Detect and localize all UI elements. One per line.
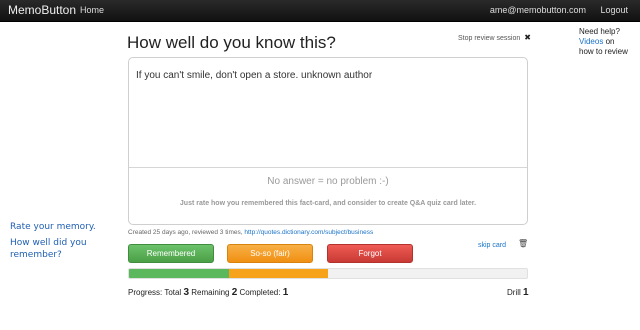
user-email-link[interactable]: ame@memobutton.com — [490, 5, 586, 15]
navbar: MemoButton Home ame@memobutton.com Logou… — [0, 0, 640, 22]
rate-memory-note: Rate your memory. How well did you remem… — [10, 221, 120, 265]
trash-icon[interactable]: 🗑 — [518, 239, 528, 248]
rate-note-title: Rate your memory. — [10, 222, 96, 232]
completed-count: 1 — [282, 287, 289, 298]
help-on-text: on — [605, 37, 615, 46]
completed-label: Completed: — [239, 288, 281, 297]
brand-logo[interactable]: MemoButton — [8, 3, 76, 17]
card-divider — [129, 167, 527, 168]
help-title: Need help? — [579, 27, 620, 36]
remembered-button[interactable]: Remembered — [128, 244, 214, 263]
progress-label: Progress: — [128, 288, 163, 297]
progress-soso-segment — [228, 269, 328, 278]
total-label: Total — [164, 288, 182, 297]
skip-card-link[interactable]: skip card — [478, 242, 506, 249]
stop-review-label: Stop review session — [458, 35, 521, 42]
source-link[interactable]: http://quotes.dictionary.com/subject/bus… — [244, 229, 373, 236]
forgot-button[interactable]: Forgot — [327, 244, 413, 263]
so-so-button[interactable]: So-so (fair) — [227, 244, 313, 263]
progress-status: Progress: Total 3 Remaining 2 Completed:… — [128, 287, 288, 298]
drill-count: 1 — [523, 287, 529, 298]
nav-home-link[interactable]: Home — [80, 5, 104, 15]
card-meta: Created 25 days ago, reviewed 3 times, h… — [128, 229, 373, 236]
logout-link[interactable]: Logout — [600, 5, 628, 15]
videos-link[interactable]: Videos — [579, 37, 603, 46]
progress-bar — [128, 268, 528, 279]
card-meta-text: Created 25 days ago, reviewed 3 times, — [128, 229, 243, 236]
stop-review-button[interactable]: Stop review session ✖ — [458, 33, 531, 42]
help-box: Need help? Videos on how to review — [579, 27, 639, 57]
progress-remembered-segment — [129, 269, 229, 278]
no-answer-text: No answer = no problem :-) — [267, 176, 389, 187]
total-count: 3 — [183, 287, 190, 298]
close-icon: ✖ — [524, 33, 531, 42]
remaining-label: Remaining — [191, 288, 230, 297]
remaining-count: 2 — [231, 287, 238, 298]
rate-hint-text: Just rate how you remembered this fact-c… — [179, 200, 477, 207]
card-question: If you can't smile, don't open a store. … — [136, 70, 373, 81]
drill-status: Drill 1 — [507, 287, 529, 298]
drill-label: Drill — [507, 288, 521, 297]
page-title: How well do you know this? — [127, 33, 336, 52]
fact-card: If you can't smile, don't open a store. … — [128, 57, 528, 225]
rate-note-question: How well did you remember? — [10, 238, 87, 260]
help-how-text: how to review — [579, 47, 628, 56]
